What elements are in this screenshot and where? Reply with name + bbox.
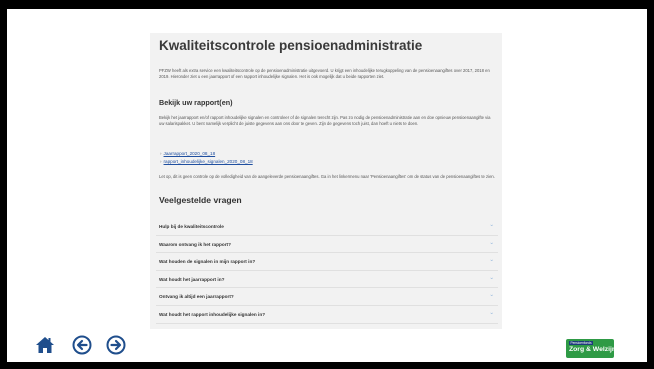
faq-question: Ontvang ik altijd een jaarrapport? bbox=[159, 294, 234, 300]
chevron-down-icon: ⌄ bbox=[489, 309, 494, 316]
faq-item[interactable]: Hulp bij de kwaliteitscontrole ⌄ bbox=[156, 218, 498, 236]
chevron-down-icon: ⌄ bbox=[489, 257, 494, 264]
faq-item[interactable]: Wat houdt het rapport inhoudelijke signa… bbox=[156, 305, 498, 324]
chevron-down-icon: ⌄ bbox=[489, 222, 494, 228]
chevron-down-icon: ⌄ bbox=[489, 292, 494, 299]
faq-item[interactable]: Ontvang ik altijd een jaarrapport? ⌄ bbox=[156, 288, 498, 306]
article-panel: Kwaliteitscontrole pensioenadministratie… bbox=[150, 33, 502, 329]
faq-question: Hulp bij de kwaliteitscontrole bbox=[159, 224, 224, 229]
home-button[interactable] bbox=[35, 335, 55, 355]
faq-question: Wat houdt het rapport inhoudelijke signa… bbox=[159, 311, 266, 317]
section-heading: Bekijk uw rapport(en) bbox=[159, 98, 233, 107]
arrow-right-circle-icon bbox=[106, 335, 126, 355]
faq-question: Waarom ontvang ik het rapport? bbox=[159, 241, 231, 247]
arrow-left-circle-icon bbox=[72, 335, 92, 355]
back-button[interactable] bbox=[72, 335, 92, 355]
chevron-down-icon: ⌄ bbox=[489, 274, 494, 281]
faq-question: Wat houden de signalen in mijn rapport i… bbox=[159, 259, 256, 265]
faq-item[interactable]: Wat houdt het jaarrapport in? ⌄ bbox=[156, 270, 498, 289]
chevron-right-icon: › bbox=[160, 159, 162, 164]
section-text: Bekijk het jaarrapport en/of rapport inh… bbox=[159, 115, 491, 127]
faq-item[interactable]: Waarom ontvang ik het rapport? ⌄ bbox=[156, 235, 498, 254]
report-link-signalen[interactable]: › rapport_inhoudelijke_signalen_2020_08_1… bbox=[160, 158, 460, 166]
brand-name: Zorg & Welzijn bbox=[569, 346, 617, 353]
home-icon bbox=[36, 337, 54, 353]
faq-heading: Veelgestelde vragen bbox=[159, 195, 242, 205]
faq-list: Hulp bij de kwaliteitscontrole ⌄ Waarom … bbox=[156, 218, 498, 324]
intro-text: PFZW heeft als extra service een kwalite… bbox=[159, 68, 490, 80]
brand-logo[interactable]: Pensioenfonds Zorg & Welzijn bbox=[566, 339, 617, 358]
page-title: Kwaliteitscontrole pensioenadministratie bbox=[159, 38, 423, 53]
report-link-label: Jaarrapport_2020_08_18 bbox=[163, 151, 216, 156]
brand-small-text: Pensioenfonds bbox=[569, 340, 594, 345]
report-link-jaarrapport[interactable]: › Jaarrapport_2020_08_18 bbox=[160, 150, 460, 158]
chevron-down-icon: ⌄ bbox=[489, 239, 494, 246]
note-text: Let op, dit is geen controle op de volle… bbox=[159, 174, 495, 179]
screen-frame: Kwaliteitscontrole pensioenadministratie… bbox=[7, 9, 647, 362]
faq-item[interactable]: Wat houden de signalen in mijn rapport i… bbox=[156, 253, 498, 271]
faq-question: Wat houdt het jaarrapport in? bbox=[159, 276, 225, 282]
forward-button[interactable] bbox=[106, 335, 126, 355]
report-links: › Jaarrapport_2020_08_18 › rapport_inhoude… bbox=[160, 150, 460, 166]
report-link-label: rapport_inhoudelijke_signalen_2020_08_18 bbox=[163, 159, 253, 164]
chevron-right-icon: › bbox=[160, 151, 162, 156]
